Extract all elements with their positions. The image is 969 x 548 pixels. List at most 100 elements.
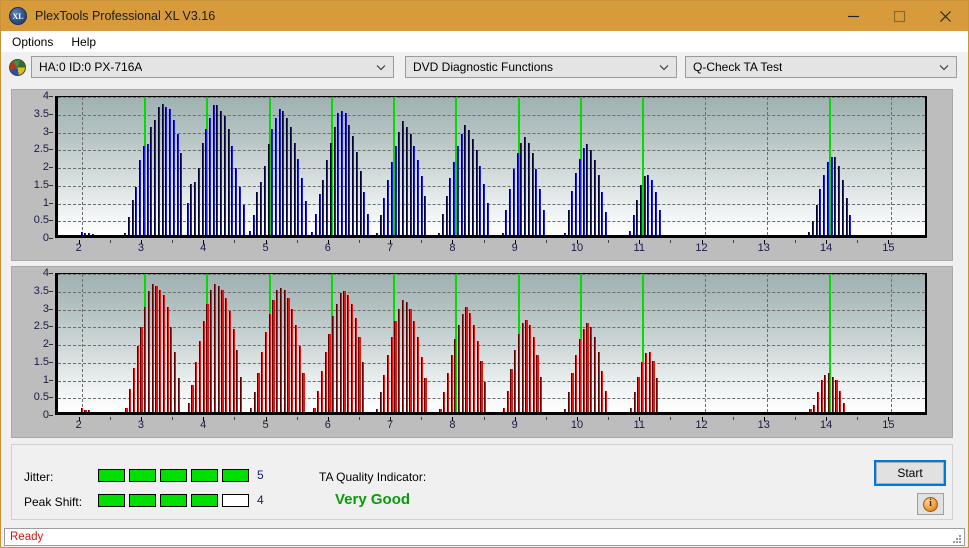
x-tick-minor [421,417,423,420]
chart-bar [601,192,604,235]
chart-bar [590,149,593,235]
chart-bar [318,194,321,235]
start-button[interactable]: Start [874,460,946,486]
x-tick-minor [483,417,485,420]
chart-bar [124,232,127,235]
x-tick-minor [794,417,796,420]
chart-bar [294,325,298,412]
chart-bar [375,408,379,412]
x-tick-minor [234,240,236,243]
chart-bar [468,130,471,235]
chart-bar [239,376,243,412]
chart-bar [454,339,457,412]
chart-bar [84,233,87,235]
chart-bar [142,146,145,235]
chart-bar [654,192,657,235]
drive-select[interactable]: HA:0 ID:0 PX-716A [31,56,394,78]
chart-bar [420,356,423,412]
title-bar: XL PlexTools Professional XL V3.16 [1,1,968,31]
chart-bar [639,185,642,235]
close-icon[interactable] [922,1,968,31]
chart-bar [536,355,539,412]
chart-bar [820,380,823,412]
x-tick [763,417,765,421]
chart-bar [505,210,508,235]
chart-top-x-axis: 2 3 4 5 6 7 8 9 10 11 12 13 14 15 [55,240,927,260]
chart-bar [413,321,416,412]
chart-bar [390,337,393,412]
function-select[interactable]: DVD Diagnostic Functions [405,56,677,78]
selector-toolbar: HA:0 ID:0 PX-716A DVD Diagnostic Functio… [1,52,968,82]
info-button[interactable]: i [917,493,944,515]
menu-item-help[interactable]: Help [67,33,104,51]
chart-bar [225,298,228,412]
chart-bar [140,326,143,412]
menu-item-options[interactable]: Options [8,33,61,51]
chart-bar [409,309,412,412]
chart-bar [461,314,464,412]
chart-bar [641,362,644,412]
chart-bar [517,333,521,412]
chart-bar [501,232,504,235]
chart-bar [571,372,574,412]
jitter-label: Jitter: [24,470,54,484]
chevron-down-icon [376,62,386,72]
chart-bottom-x-axis: 2 3 4 5 6 7 8 9 10 11 12 13 14 15 [55,417,927,437]
chart-bar [597,351,600,412]
y-tick [49,184,53,186]
minimize-icon[interactable] [830,1,876,31]
chart-bar [147,291,151,412]
chart-bar [386,355,390,412]
chart-bar [210,289,213,412]
chart-bar [268,314,271,412]
chart-bar [539,188,542,235]
meter-segment [160,494,187,507]
chart-bar [359,171,362,235]
x-tick-minor [857,417,859,420]
chart-bar [213,284,217,412]
chart-bar [157,107,160,235]
chart-top-y-axis: 0 0.5 1 1.5 2 2.5 3 3.5 4 [12,90,53,244]
chart-bar [636,199,639,235]
chart-bar [291,309,294,412]
maximize-icon[interactable] [876,1,922,31]
chart-bar [172,119,175,235]
chart-bar [232,328,235,412]
y-tick [49,220,53,222]
test-select-value: Q-Check TA Test [693,60,783,74]
x-tick-minor [857,240,859,243]
chart-bar [276,289,279,412]
chart-bar [253,392,256,412]
chart-bar [231,146,234,235]
chart-bar [401,300,405,412]
chart-bar [651,179,654,235]
chart-bar [332,316,335,412]
chart-bar [191,385,194,412]
drive-select-value: HA:0 ID:0 PX-716A [39,60,143,74]
chart-bar [816,392,819,412]
chevron-down-icon [659,62,669,72]
chart-bar [475,149,478,235]
chart-bar [287,298,290,412]
x-tick-minor [670,417,672,420]
chart-bar [464,124,467,235]
chart-bar [80,232,83,235]
x-tick [763,240,765,244]
x-tick [327,417,329,421]
chart-bar [379,215,382,235]
test-select[interactable]: Q-Check TA Test [685,56,957,78]
chart-bar [236,349,239,412]
chart-bar [527,142,530,235]
y-tick [49,113,53,115]
y-tick [49,290,53,292]
y-tick [49,308,53,310]
jitter-meter [98,469,249,482]
x-tick-minor [670,240,672,243]
chart-bar [443,392,446,412]
x-tick-minor [172,417,174,420]
chart-bar [658,210,661,235]
resize-grip-icon[interactable] [950,531,962,543]
chart-bar [88,233,91,235]
chart-bar [564,232,566,235]
chart-bar [166,307,169,412]
